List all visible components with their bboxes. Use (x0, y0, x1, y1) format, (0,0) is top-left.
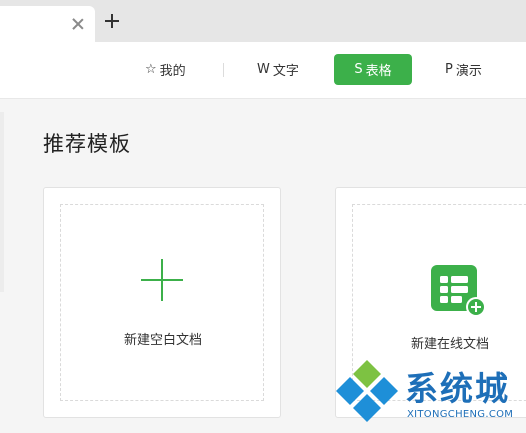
star-icon: ☆ (145, 62, 157, 77)
tab-bar (0, 0, 526, 42)
watermark-url: XITONGCHENG.COM (407, 409, 514, 420)
p-icon: P (445, 62, 453, 77)
s-icon: S (354, 62, 363, 77)
word-button[interactable]: W 文字 (257, 54, 299, 85)
left-panel-edge (0, 112, 4, 292)
ppt-button[interactable]: P 演示 (445, 54, 482, 85)
word-label: 文字 (272, 64, 299, 79)
dashed-frame (60, 204, 264, 401)
new-blank-document-card[interactable]: 新建空白文档 (43, 187, 281, 418)
mine-label: 我的 (159, 64, 186, 79)
mine-button[interactable]: ☆ 我的 (145, 54, 186, 85)
new-tab-icon[interactable] (103, 12, 121, 30)
browser-tab[interactable] (0, 6, 95, 42)
plus-icon (141, 259, 183, 301)
watermark: 系统城 XITONGCHENG.COM (332, 358, 526, 433)
section-title: 推荐模板 (43, 132, 131, 156)
ppt-label: 演示 (455, 64, 482, 79)
new-blank-document-label: 新建空白文档 (123, 333, 202, 348)
top-toolbar: ☆ 我的 W 文字 S 表格 P 演示 (0, 42, 526, 99)
watermark-logo-icon (336, 360, 398, 422)
online-sheet-icon (431, 265, 486, 317)
new-online-document-label: 新建在线文档 (411, 337, 490, 352)
sheet-button[interactable]: S 表格 (334, 54, 412, 85)
close-icon[interactable] (70, 16, 86, 32)
w-icon: W (257, 62, 270, 77)
toolbar-divider (223, 63, 224, 77)
sheet-label: 表格 (365, 64, 392, 79)
watermark-text: 系统城 (405, 369, 510, 408)
